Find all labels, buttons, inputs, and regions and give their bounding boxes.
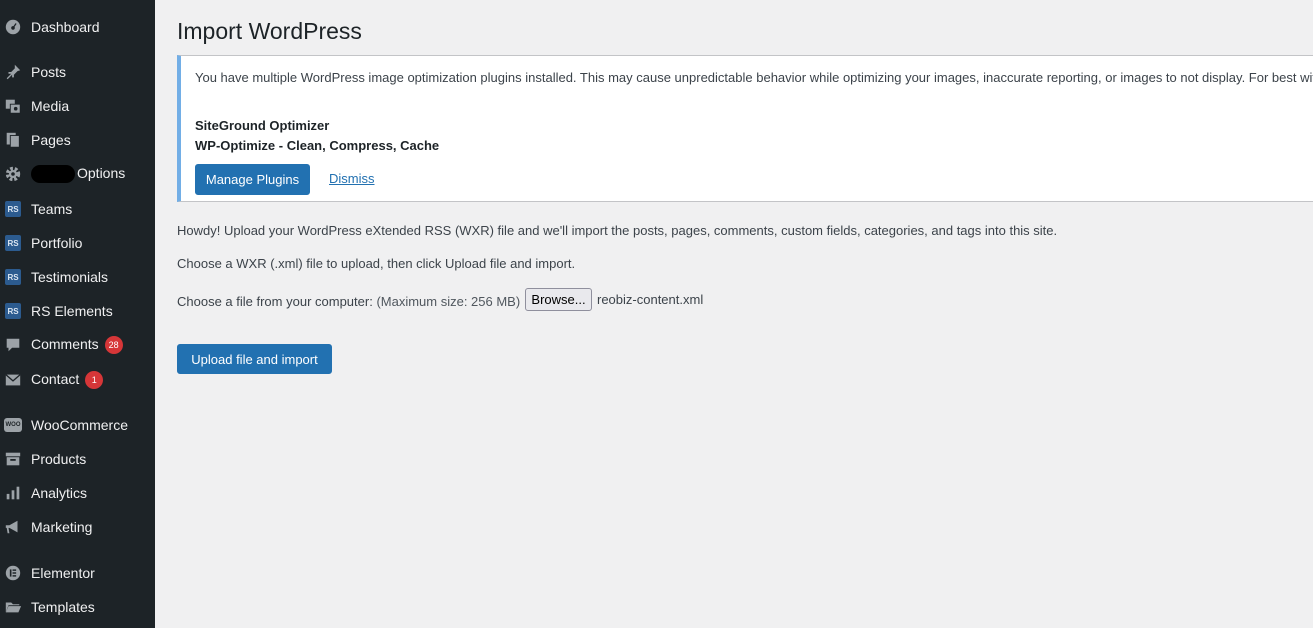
sidebar-item-label: Testimonials <box>31 269 109 285</box>
browse-button[interactable]: Browse... <box>525 288 592 311</box>
comments-count-badge: 28 <box>104 336 123 355</box>
megaphone-icon <box>4 518 22 536</box>
notice-plugin-name: SiteGround Optimizer <box>195 118 330 133</box>
sidebar-item-label: WooCommerce <box>31 417 128 433</box>
file-input-label: Choose a file from your computer: (Maxim… <box>177 294 520 309</box>
contact-count-badge: 1 <box>85 371 104 390</box>
dashboard-icon <box>4 18 22 36</box>
sidebar-item-label: RS Elements <box>31 303 113 319</box>
notice-plugin-name: WP-Optimize - Clean, Compress, Cache <box>195 138 440 153</box>
sidebar-item-templates[interactable]: Templates <box>0 592 155 622</box>
selected-file-name: reobiz-content.xml <box>597 292 704 307</box>
pin-icon <box>4 63 22 81</box>
upload-and-import-button[interactable]: Upload file and import <box>177 344 332 374</box>
intro-text: Howdy! Upload your WordPress eXtended RS… <box>177 223 1058 238</box>
sidebar-item-analytics[interactable]: Analytics <box>0 478 155 508</box>
sidebar-item-label: Portfolio <box>31 235 83 251</box>
mail-icon <box>4 371 22 389</box>
sidebar-item-label: Marketing <box>31 519 93 535</box>
plugin-conflict-notice: You have multiple WordPress image optimi… <box>177 55 1313 202</box>
sidebar-item-marketing[interactable]: Marketing <box>0 512 155 542</box>
sidebar-item-label: Media <box>31 98 70 114</box>
sidebar-item-label: Dashboard <box>31 19 100 35</box>
sidebar-item-pages[interactable]: Pages <box>0 125 155 155</box>
sidebar-item-label: Elementor <box>31 565 95 581</box>
sidebar-item-products[interactable]: Products <box>0 444 155 474</box>
sidebar-item-comments[interactable]: Comments 28 <box>0 330 155 360</box>
elementor-icon <box>4 564 22 582</box>
sidebar-item-elementor[interactable]: Elementor <box>0 558 155 588</box>
gear-icon <box>4 165 22 183</box>
sidebar-item-label: Products <box>31 451 87 467</box>
sidebar-item-options[interactable]: Options <box>0 159 155 189</box>
manage-plugins-button[interactable]: Manage Plugins <box>195 164 310 195</box>
woo-icon: WOO <box>4 418 22 432</box>
redacted-label <box>31 165 75 184</box>
rs-icon: RS <box>5 269 21 285</box>
instruction-text: Choose a WXR (.xml) file to upload, then… <box>177 256 576 271</box>
archive-icon <box>4 450 22 468</box>
sidebar-item-teams[interactable]: RS Teams <box>0 194 155 224</box>
rs-icon: RS <box>5 235 21 251</box>
notice-message: You have multiple WordPress image optimi… <box>195 70 1313 85</box>
sidebar-item-label: Analytics <box>31 485 88 501</box>
sidebar-item-label: Comments <box>31 335 99 352</box>
sidebar-item-testimonials[interactable]: RS Testimonials <box>0 262 155 292</box>
sidebar-item-dashboard[interactable]: Dashboard <box>0 12 155 42</box>
rs-icon: RS <box>5 201 21 217</box>
media-icon <box>4 97 22 115</box>
admin-sidebar: Dashboard Posts Media Pages Options RS T… <box>0 0 155 628</box>
page-title: Import WordPress <box>177 18 362 44</box>
folder-icon <box>4 598 22 616</box>
sidebar-item-label: Posts <box>31 64 67 80</box>
file-label: Choose a file from your computer: <box>177 294 373 309</box>
sidebar-item-portfolio[interactable]: RS Portfolio <box>0 228 155 258</box>
max-size-text: (Maximum size: 256 MB) <box>376 294 521 309</box>
pages-icon <box>4 131 22 149</box>
dismiss-link[interactable]: Dismiss <box>329 171 375 186</box>
sidebar-item-contact[interactable]: Contact 1 <box>0 365 155 395</box>
sidebar-item-posts[interactable]: Posts <box>0 57 155 87</box>
sidebar-item-rs-elements[interactable]: RS RS Elements <box>0 296 155 326</box>
sidebar-item-media[interactable]: Media <box>0 91 155 121</box>
sidebar-item-label: Options <box>77 164 126 181</box>
sidebar-item-label: Teams <box>31 201 73 217</box>
sidebar-item-label: Templates <box>31 599 95 615</box>
sidebar-item-label: Contact <box>31 370 80 387</box>
sidebar-item-woocommerce[interactable]: WOO WooCommerce <box>0 410 155 440</box>
bar-chart-icon <box>4 484 22 502</box>
comment-icon <box>4 336 22 354</box>
sidebar-item-label: Pages <box>31 132 71 148</box>
rs-icon: RS <box>5 303 21 319</box>
